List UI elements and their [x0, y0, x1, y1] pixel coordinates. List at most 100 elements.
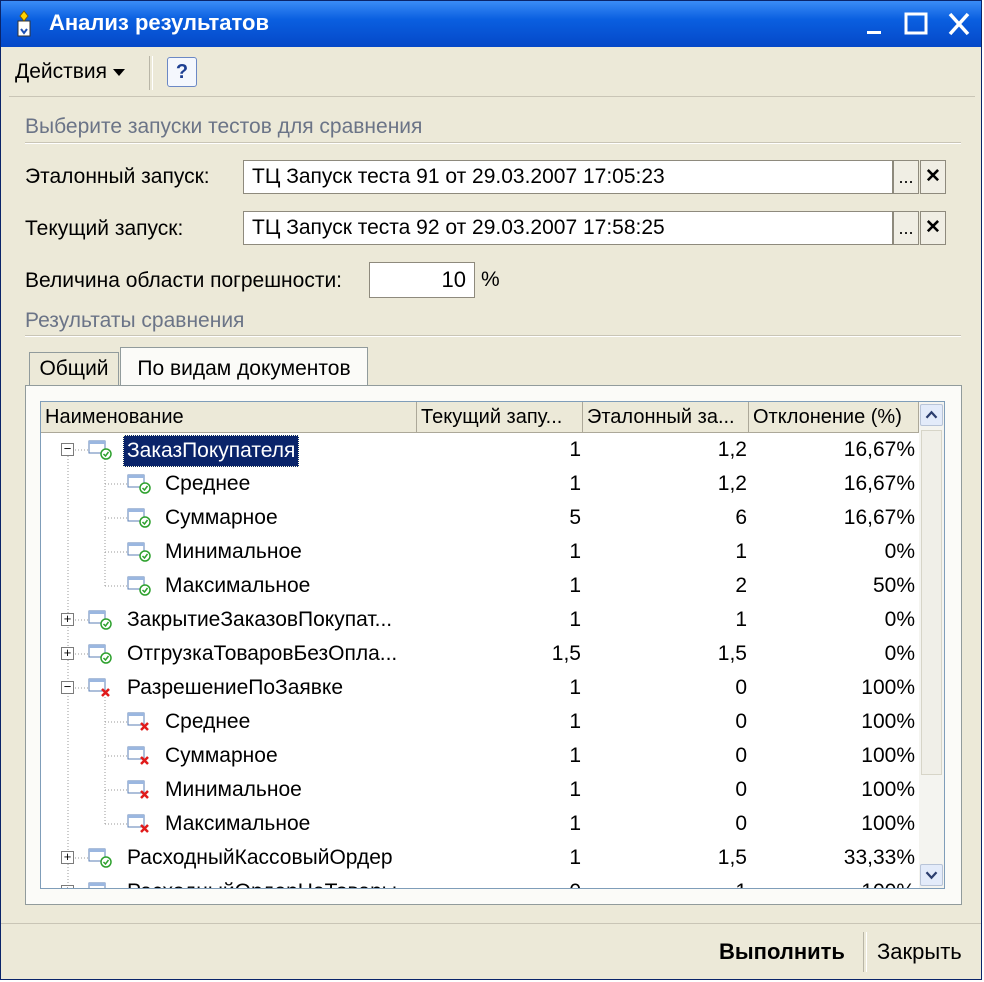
document-ok-icon — [127, 508, 151, 528]
close-button[interactable]: Закрыть — [877, 932, 962, 972]
table-header: Наименование Текущий запу... Эталонный з… — [41, 402, 919, 433]
collapse-icon[interactable]: − — [61, 442, 74, 456]
table-row[interactable]: − РазрешениеПоЗаявке 1 0 100% — [41, 671, 919, 705]
row-reference: 0 — [735, 676, 747, 699]
row-current: 1 — [569, 676, 581, 699]
document-error-icon — [88, 678, 110, 697]
document-ok-icon — [127, 474, 151, 494]
expand-icon[interactable]: + — [61, 612, 74, 626]
reference-run-field[interactable]: ТЦ Запуск теста 91 от 29.03.2007 17:05:2… — [243, 160, 893, 194]
row-deviation: 16,67% — [843, 472, 915, 495]
current-run-field[interactable]: ТЦ Запуск теста 92 от 29.03.2007 17:58:2… — [243, 211, 893, 245]
title-bar[interactable]: Анализ результатов — [1, 1, 981, 47]
row-reference: 1,5 — [717, 846, 747, 869]
row-reference: 1,2 — [717, 438, 747, 461]
row-reference: 1 — [735, 540, 747, 563]
maximize-icon[interactable] — [898, 7, 934, 41]
collapse-icon[interactable]: − — [61, 680, 74, 694]
row-reference: 6 — [735, 506, 747, 529]
column-header-name[interactable]: Наименование — [41, 402, 417, 432]
row-name: Суммарное — [165, 744, 278, 767]
row-current: 1 — [569, 608, 581, 631]
row-reference: 1 — [587, 875, 747, 888]
document-ok-icon — [127, 576, 151, 596]
actions-menu[interactable]: Действия — [15, 56, 126, 88]
table-row[interactable]: + ОтгрузкаТоваровБезОпла... 1,5 1,5 0% — [41, 637, 919, 671]
table-row[interactable]: Суммарное 5 6 16,67% — [41, 501, 919, 535]
row-name: РасходныйКассовыйОрдер — [127, 846, 393, 869]
table-row[interactable]: Минимальное 1 1 0% — [41, 535, 919, 569]
row-reference: 0 — [735, 710, 747, 733]
results-table[interactable]: Наименование Текущий запу... Эталонный з… — [40, 401, 945, 889]
row-current: 1 — [569, 472, 581, 495]
tolerance-unit: % — [481, 268, 500, 291]
row-deviation: 50% — [872, 574, 915, 597]
row-deviation: 100% — [753, 875, 915, 888]
row-name: ЗаказПокупателя — [123, 435, 300, 467]
row-reference: 0 — [735, 812, 747, 835]
table-row[interactable]: Среднее 1 0 100% — [41, 705, 919, 739]
row-current: 1 — [569, 778, 581, 801]
table-row[interactable]: + РасходныйКассовыйОрдер 1 1,5 33,33% — [41, 841, 919, 875]
column-header-deviation[interactable]: Отклонение (%) — [749, 402, 919, 432]
help-button[interactable]: ? — [167, 57, 197, 87]
row-reference: 0 — [735, 778, 747, 801]
row-current: 1 — [569, 744, 581, 767]
expand-icon[interactable]: + — [61, 646, 74, 660]
row-name: Минимальное — [165, 778, 302, 801]
document-error-icon — [88, 882, 106, 888]
table-row[interactable]: Максимальное 1 0 100% — [41, 807, 919, 841]
row-current: 1 — [569, 846, 581, 869]
table-row[interactable]: Суммарное 1 0 100% — [41, 739, 919, 773]
row-current: 1,5 — [551, 642, 581, 665]
current-select-button[interactable]: ... — [893, 211, 919, 245]
expand-icon[interactable]: + — [61, 884, 74, 888]
table-row[interactable]: + РасходныйОрдерНаТовары 0 1 100% — [41, 875, 919, 888]
column-header-current[interactable]: Текущий запу... — [417, 402, 583, 432]
reference-select-button[interactable]: ... — [893, 160, 919, 194]
reference-clear-button[interactable]: ✕ — [920, 160, 946, 194]
row-deviation: 33,33% — [843, 846, 915, 869]
document-ok-icon — [127, 542, 151, 562]
table-row[interactable]: Минимальное 1 0 100% — [41, 773, 919, 807]
row-reference: 2 — [735, 574, 747, 597]
scroll-down-icon[interactable] — [920, 864, 943, 886]
row-current: 1 — [569, 710, 581, 733]
document-error-icon — [127, 780, 149, 799]
row-deviation: 0% — [884, 540, 915, 563]
table-row[interactable]: Максимальное 1 2 50% — [41, 569, 919, 603]
table-row[interactable]: − ЗаказПокупателя 1 1,2 16,67% — [41, 433, 919, 467]
current-run-label: Текущий запуск: — [25, 217, 184, 240]
row-current: 0 — [421, 875, 581, 888]
row-reference: 1,2 — [717, 472, 747, 495]
row-deviation: 100% — [861, 676, 915, 699]
window-title: Анализ результатов — [49, 10, 269, 35]
tab-general[interactable]: Общий — [29, 352, 119, 386]
reference-run-label: Эталонный запуск: — [25, 165, 210, 188]
document-ok-icon — [88, 610, 112, 630]
actions-menu-label: Действия — [15, 60, 108, 83]
results-section-title: Результаты сравнения — [25, 309, 245, 332]
document-ok-icon — [88, 644, 112, 664]
close-icon[interactable] — [941, 7, 977, 41]
scroll-up-icon[interactable] — [920, 404, 943, 426]
document-ok-icon — [88, 848, 112, 868]
row-name: ОтгрузкаТоваровБезОпла... — [127, 642, 398, 665]
row-deviation: 0% — [884, 642, 915, 665]
row-deviation: 100% — [861, 744, 915, 767]
row-deviation: 100% — [861, 710, 915, 733]
row-current: 1 — [569, 812, 581, 835]
expand-icon[interactable]: + — [61, 850, 74, 864]
vertical-scrollbar[interactable] — [919, 402, 944, 888]
row-reference: 1 — [735, 608, 747, 631]
row-name: РасходныйОрдерНаТовары — [127, 875, 397, 888]
scrollbar-thumb[interactable] — [921, 430, 942, 775]
tolerance-input[interactable]: 10 — [369, 262, 475, 298]
minimize-icon[interactable] — [855, 7, 891, 41]
table-row[interactable]: Среднее 1 1,2 16,67% — [41, 467, 919, 501]
tab-by-document-type[interactable]: По видам документов — [120, 347, 368, 387]
table-row[interactable]: + ЗакрытиеЗаказовПокупат... 1 1 0% — [41, 603, 919, 637]
current-clear-button[interactable]: ✕ — [920, 211, 946, 245]
column-header-reference[interactable]: Эталонный за... — [583, 402, 749, 432]
run-button[interactable]: Выполнить — [719, 932, 845, 972]
